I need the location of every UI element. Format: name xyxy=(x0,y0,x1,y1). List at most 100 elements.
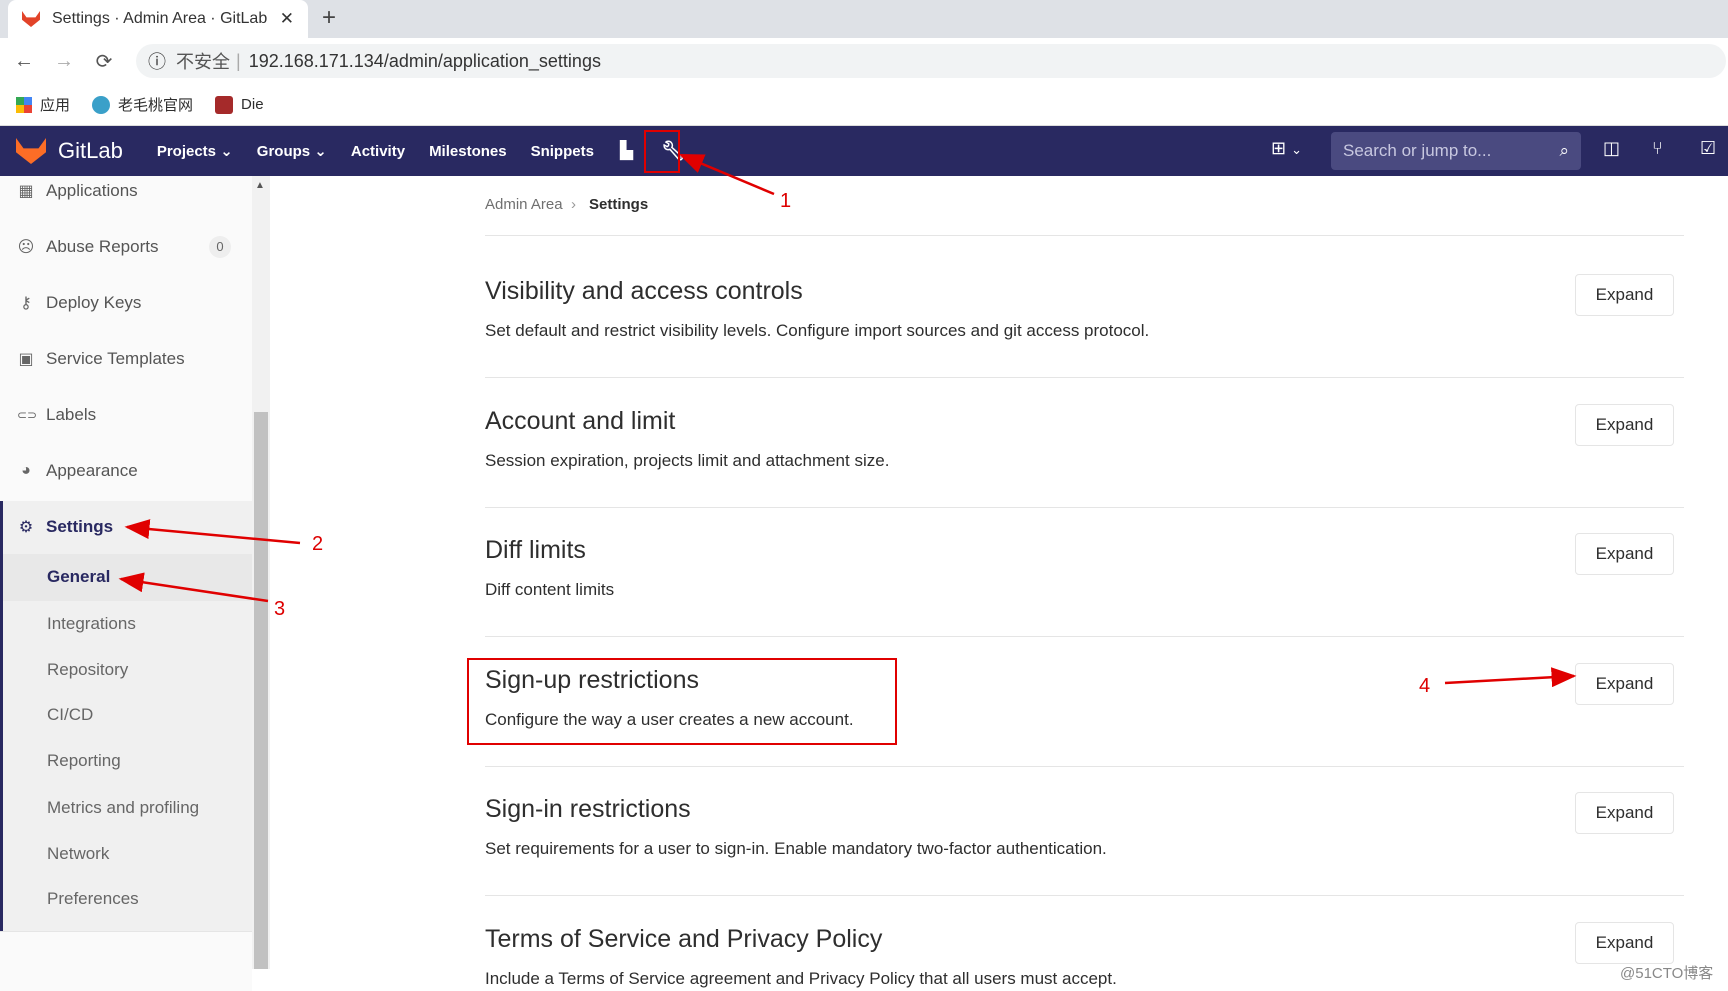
chart-icon[interactable]: ▙ xyxy=(620,141,633,161)
section-title: Sign-in restrictions xyxy=(485,795,691,823)
annotation-label-2: 2 xyxy=(312,533,323,555)
general-active-bg xyxy=(3,554,252,601)
tanuki-icon xyxy=(16,138,46,164)
abuse-icon: ☹ xyxy=(17,239,35,256)
section-title: Diff limits xyxy=(485,536,586,564)
browser-tab[interactable]: Settings · Admin Area · GitLab ✕ xyxy=(8,0,308,38)
breadcrumb-current: Settings xyxy=(589,196,649,213)
annotation-label-4: 4 xyxy=(1419,675,1430,697)
watermark: @51CTO博客 xyxy=(1620,965,1714,982)
subitem-general[interactable]: General xyxy=(47,567,110,587)
expand-button[interactable]: Expand xyxy=(1575,792,1674,834)
search-input[interactable]: Search or jump to... ⌕ xyxy=(1331,132,1581,170)
bookmark-label: 应用 xyxy=(40,97,71,114)
nav-milestones[interactable]: Milestones xyxy=(429,143,507,160)
gitlab-navbar: GitLab Projects ⌄ Groups ⌄ Activity Mile… xyxy=(0,126,1728,176)
subitem-network[interactable]: Network xyxy=(47,844,109,864)
section-description: Diff content limits xyxy=(485,580,615,599)
subitem-repository[interactable]: Repository xyxy=(47,660,128,680)
expand-button[interactable]: Expand xyxy=(1575,662,1674,705)
new-plus-icon[interactable]: ⊞ ⌄ xyxy=(1271,138,1302,159)
site-icon xyxy=(92,95,111,114)
merge-requests-icon[interactable]: ⑂ xyxy=(1652,138,1663,159)
annotation-label-3: 3 xyxy=(274,598,285,620)
close-tab-icon[interactable]: ✕ xyxy=(280,9,294,29)
divider xyxy=(485,506,1684,508)
info-icon[interactable]: ⓘ xyxy=(148,48,166,74)
breadcrumb-admin-area[interactable]: Admin Area xyxy=(485,196,563,213)
divider xyxy=(485,377,1684,378)
bookmark-label: Die xyxy=(241,96,264,113)
nav-snippets[interactable]: Snippets xyxy=(531,143,594,160)
expand-button[interactable]: Expand xyxy=(1575,921,1674,964)
key-icon: ⚷ xyxy=(20,295,32,312)
section-description: Include a Terms of Service agreement and… xyxy=(485,968,1117,988)
expand-button[interactable]: Expand xyxy=(1575,403,1674,446)
reload-icon[interactable]: ⟳ xyxy=(84,49,124,74)
section-title: Account and limit xyxy=(485,406,676,435)
sidebar-item-service-templates[interactable]: ▣ Service Templates xyxy=(0,347,252,371)
section-description: Session expiration, projects limit and a… xyxy=(485,450,890,470)
sidebar-item-settings[interactable]: ⚙ Settings xyxy=(0,515,252,539)
applications-icon: ▦ xyxy=(18,183,34,200)
brand-name: GitLab xyxy=(58,138,123,163)
search-icon: ⌕ xyxy=(1559,141,1569,160)
section-description: Set default and restrict visibility leve… xyxy=(485,321,1150,340)
gear-icon: ⚙ xyxy=(18,519,34,536)
die-icon xyxy=(215,95,234,114)
address-bar-row: ← → ⟳ ⓘ 不安全 | 192.168.171.134/admin/appl… xyxy=(0,38,1728,84)
forward-icon[interactable]: → xyxy=(44,50,84,73)
back-icon[interactable]: ← xyxy=(4,50,44,73)
todos-icon[interactable]: ☑ xyxy=(1700,138,1716,159)
url-input[interactable]: ⓘ 不安全 | 192.168.171.134/admin/applicatio… xyxy=(136,44,1726,78)
gitlab-logo[interactable]: GitLab xyxy=(16,138,123,164)
subitem-reporting[interactable]: Reporting xyxy=(47,751,121,771)
scroll-up-icon[interactable]: ▲ xyxy=(255,180,265,191)
collapse-sidebar[interactable] xyxy=(0,931,252,969)
subitem-integrations[interactable]: Integrations xyxy=(47,614,136,634)
nav-projects[interactable]: Projects ⌄ xyxy=(157,142,233,160)
template-icon: ▣ xyxy=(18,351,34,368)
section-title: Terms of Service and Privacy Policy xyxy=(485,924,883,953)
browser-tab-bar: Settings · Admin Area · GitLab ✕ + xyxy=(0,0,1728,38)
sidebar-item-labels[interactable]: ⊂⊃ Labels xyxy=(0,403,252,427)
issues-icon[interactable]: ◫ xyxy=(1603,138,1620,159)
section-description: Set requirements for a user to sign-in. … xyxy=(485,839,1107,858)
url-text: 192.168.171.134/admin/application_settin… xyxy=(248,50,601,71)
settings-submenu xyxy=(0,554,252,931)
chevron-down-icon: ⌄ xyxy=(314,143,327,160)
section-title: Sign-up restrictions xyxy=(485,665,699,694)
nav-activity[interactable]: Activity xyxy=(351,143,405,160)
bookmark-site[interactable]: 老毛桃官网 xyxy=(92,94,193,115)
chevron-down-icon: ⌄ xyxy=(220,143,233,160)
bookmark-die[interactable]: Die xyxy=(215,95,264,114)
sidebar-item-applications[interactable]: ▦ Applications xyxy=(0,179,252,203)
expand-button[interactable]: Expand xyxy=(1575,274,1674,316)
bookmarks-bar: 应用 老毛桃官网 Die xyxy=(0,84,1728,126)
annotation-arrow-4 xyxy=(1444,667,1577,688)
subitem-metrics[interactable]: Metrics and profiling xyxy=(47,798,199,818)
nav-groups[interactable]: Groups ⌄ xyxy=(257,142,327,160)
breadcrumb-separator-icon: › xyxy=(571,196,576,213)
security-label: 不安全 xyxy=(176,52,230,72)
abuse-count-badge: 0 xyxy=(209,236,231,258)
subitem-cicd[interactable]: CI/CD xyxy=(47,705,93,725)
sidebar-item-appearance[interactable]: ◕ Appearance xyxy=(0,459,252,483)
divider xyxy=(485,636,1684,637)
admin-wrench-icon[interactable]: 🔧︎ xyxy=(661,139,685,163)
expand-button[interactable]: Expand xyxy=(1575,533,1674,575)
annotation-label-1: 1 xyxy=(780,190,791,212)
gitlab-favicon-icon xyxy=(22,11,40,27)
bookmark-apps[interactable]: 应用 xyxy=(16,94,70,115)
bookmark-label: 老毛桃官网 xyxy=(118,97,194,114)
subitem-preferences[interactable]: Preferences xyxy=(47,889,139,909)
section-title: Visibility and access controls xyxy=(485,277,803,305)
tab-title: Settings · Admin Area · GitLab xyxy=(52,10,268,27)
new-tab-button[interactable]: + xyxy=(322,4,336,32)
section-description: Configure the way a user creates a new a… xyxy=(485,709,854,729)
sidebar-item-deploy-keys[interactable]: ⚷ Deploy Keys xyxy=(0,291,252,315)
scrollbar-thumb[interactable] xyxy=(254,412,268,969)
divider xyxy=(485,895,1684,896)
apps-grid-icon xyxy=(16,96,32,113)
divider xyxy=(485,235,1684,236)
